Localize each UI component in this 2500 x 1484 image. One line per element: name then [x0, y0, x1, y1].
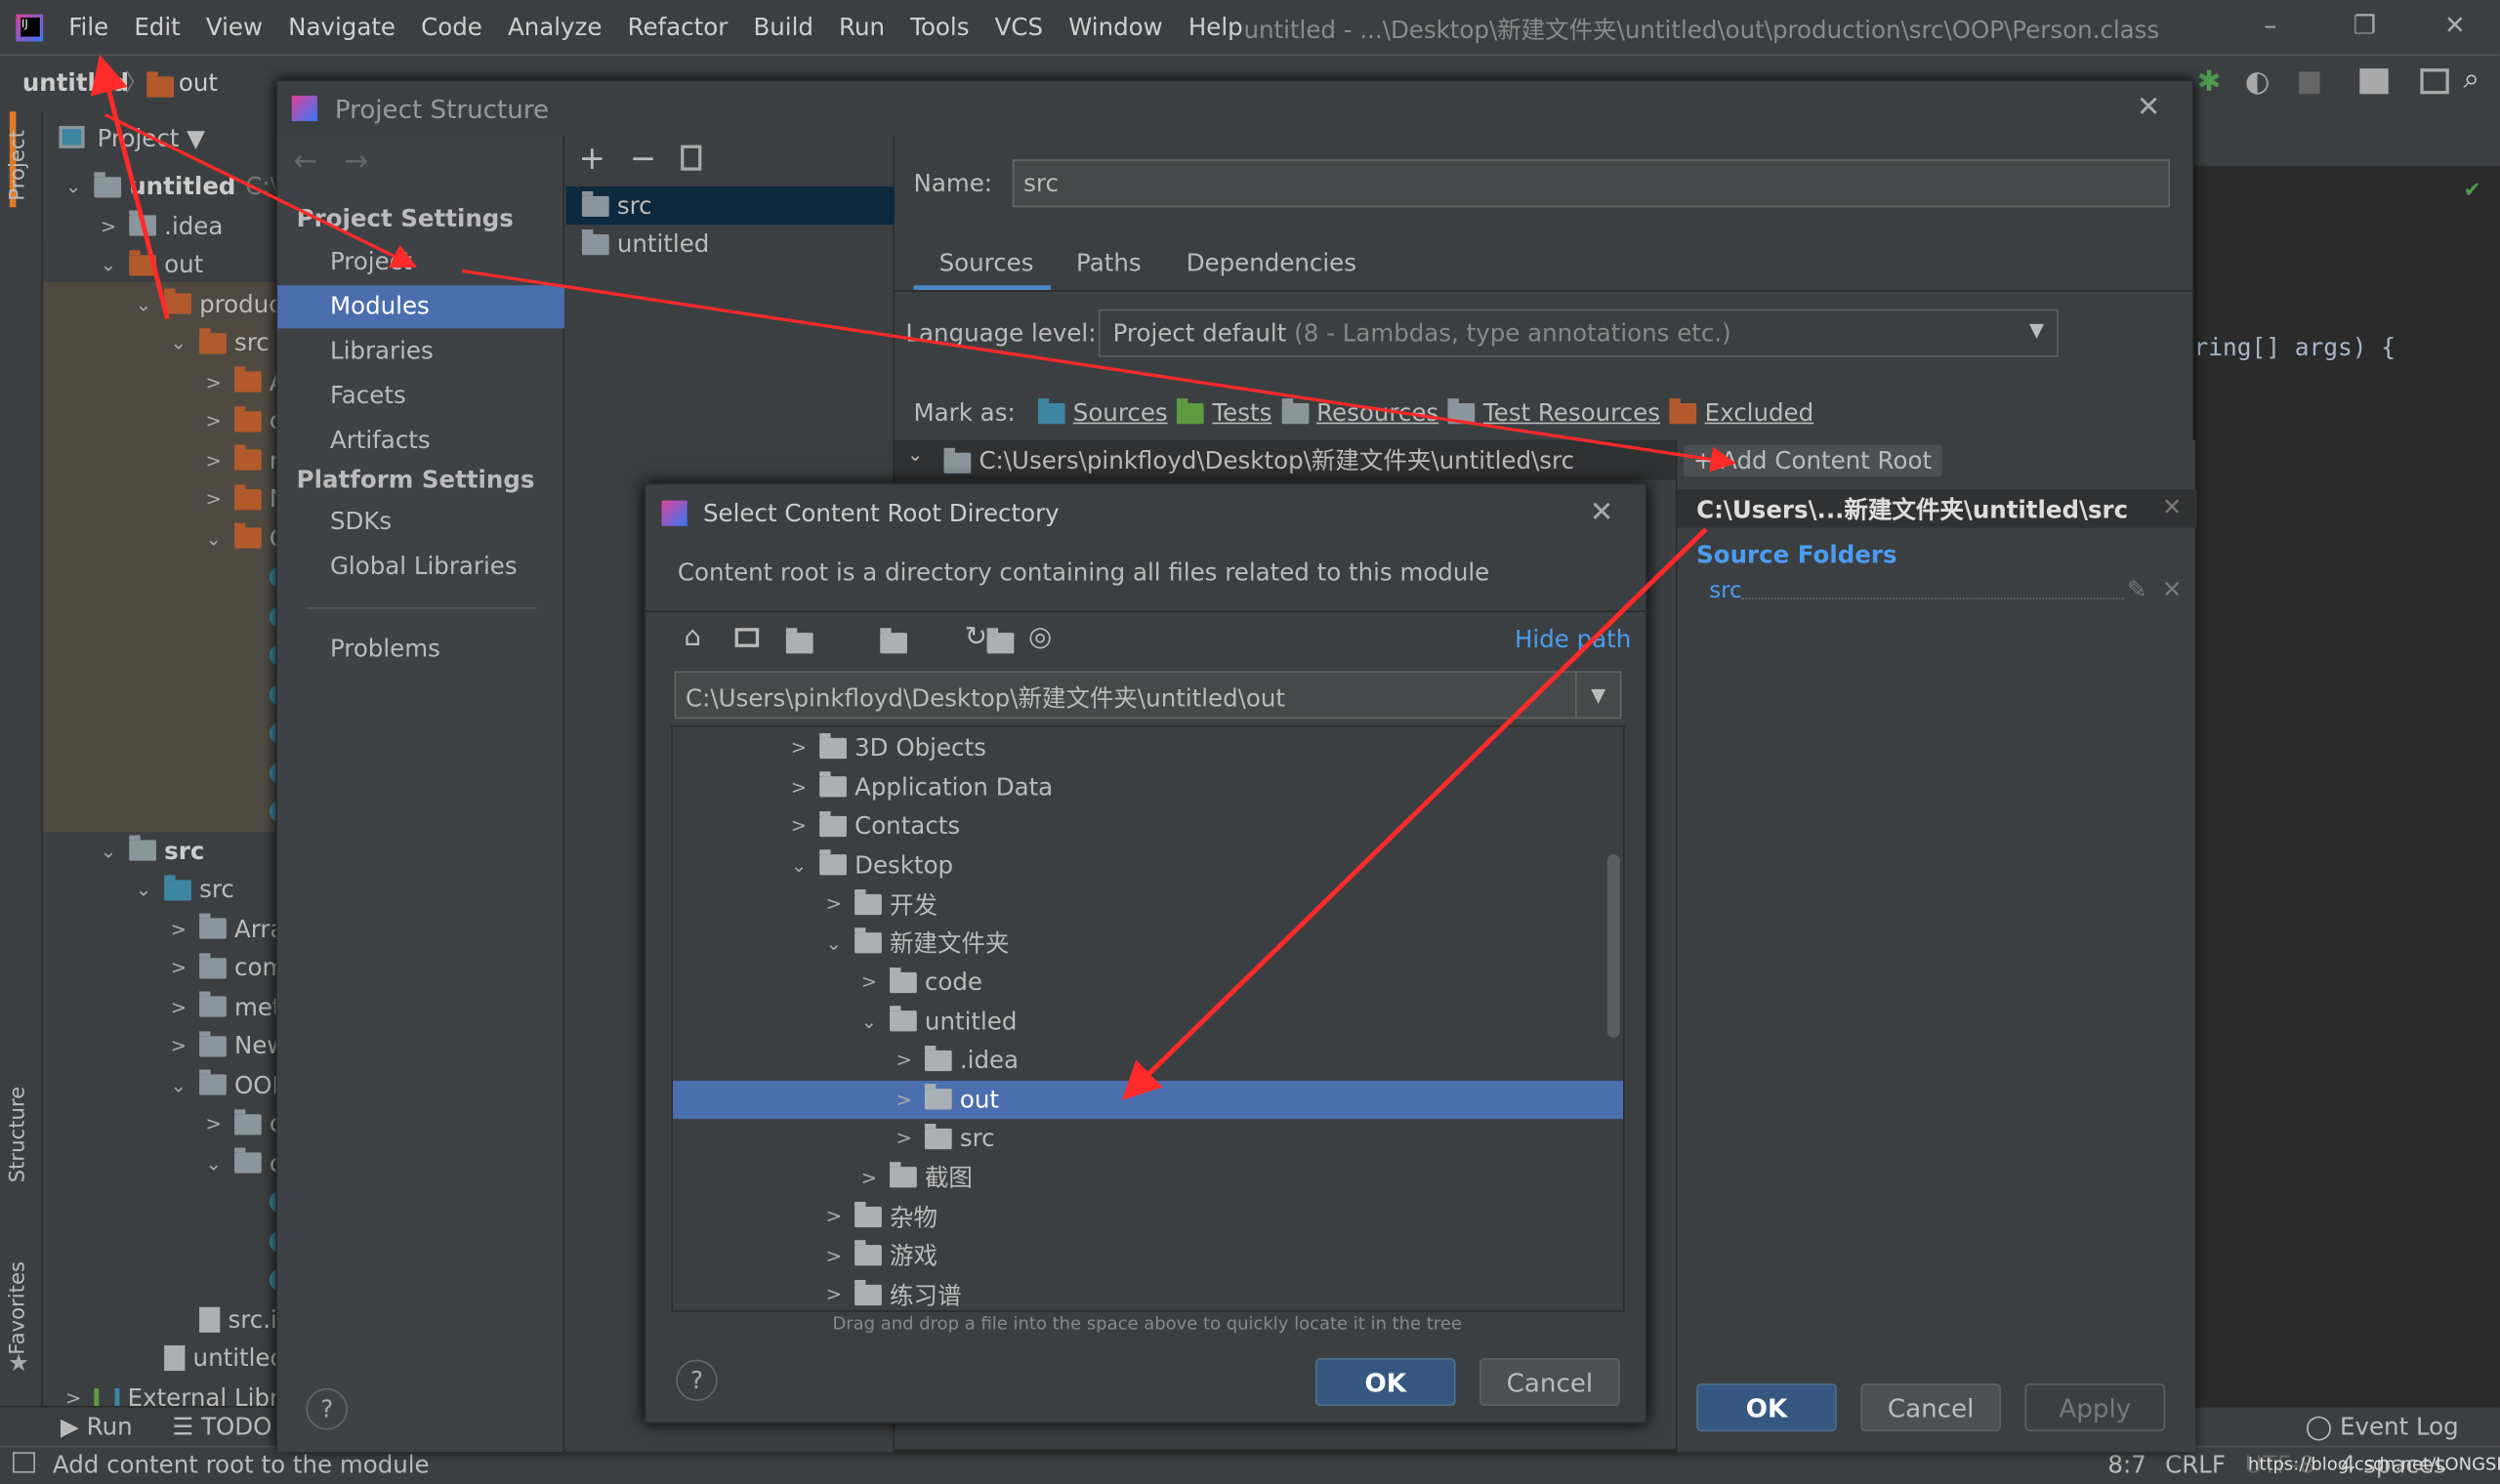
arrow-to-out-folder — [1121, 527, 1708, 1100]
ide-window: IJ File Edit View Navigate Code Analyze Refact… — [0, 0, 2500, 1484]
arrow-to-file-menu — [90, 54, 170, 320]
arrow-to-add-content-root — [462, 268, 1736, 473]
annotation-arrows — [90, 54, 1736, 1100]
arrow-to-project — [104, 113, 418, 268]
